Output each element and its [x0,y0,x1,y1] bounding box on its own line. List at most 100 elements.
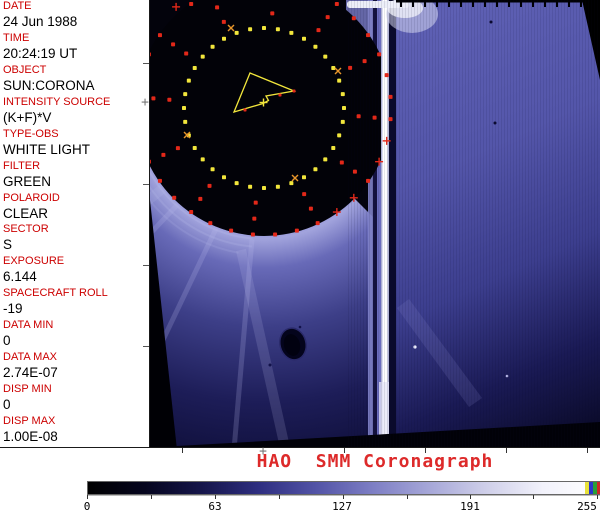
field-value: 1.00E-08 [3,428,148,445]
colorbar-tick [533,495,534,499]
colorbar-tick-label: 0 [84,500,91,513]
red-spoke-dot [215,5,219,9]
red-spoke-dot [161,153,165,157]
metadata-sidebar: DATE24 Jun 1988TIME20:24:19 UTOBJECTSUN:… [0,0,148,447]
field-label: SECTOR [3,223,148,236]
red-spoke-dot [340,160,344,164]
red-ring-dot [172,196,176,200]
field-value: GREEN [3,173,148,190]
red-ring-dot [352,16,356,20]
metadata-field: SPACECRAFT ROLL-19 [0,287,148,319]
metadata-field: POLAROIDCLEAR [0,192,148,224]
red-spoke-dot [167,98,171,102]
red-ring-dot [389,95,393,99]
red-ring-dot [273,233,277,237]
yellow-ring-dot [323,157,327,161]
frame-tick [143,265,149,266]
frame-tick [143,346,149,347]
colorbar-tick [279,495,280,499]
metadata-field: EXPOSURE6.144 [0,255,148,287]
yellow-ring-dot [193,66,197,70]
field-label: DATA MIN [3,319,148,332]
red-ring-dot [377,52,381,56]
field-label: SPACECRAFT ROLL [3,287,148,300]
yellow-ring-dot [235,31,239,35]
red-spoke-dot [184,52,188,56]
field-value: 0 [3,396,148,413]
colorbar-tick-label: 255 [577,500,597,513]
yellow-ring-dot [248,27,252,31]
coronagraph-image [150,0,600,447]
colorbar-tick [470,495,471,499]
yellow-ring-dot [302,37,306,41]
yellow-ring-dot [337,79,341,83]
frame-tick [143,184,149,185]
colorbar-tick [87,495,88,499]
field-label: INTENSITY SOURCE [3,96,148,109]
colorbar-tick-label: 127 [332,500,352,513]
field-label: TIME [3,32,148,45]
yellow-ring-dot [337,133,341,137]
red-spoke-dot [270,11,274,15]
red-ring-dot [366,179,370,183]
colorbar-tick-label: 63 [208,500,221,513]
red-ring-dot [158,179,162,183]
yellow-ring-dot [183,120,187,124]
yellow-ring-dot [248,185,252,189]
yellow-ring-dot [276,27,280,31]
red-spoke-dot [373,116,377,120]
image-frame-bottom-border [0,447,600,448]
coronagraph-photo [150,0,600,447]
polygon-vertex-dot [244,109,247,112]
red-spoke-dot [176,146,180,150]
red-spoke-dot [208,184,212,188]
field-label: DATA MAX [3,351,148,364]
red-ring-dot [208,221,212,225]
yellow-ring-dot [276,185,280,189]
metadata-field: DISP MIN0 [0,383,148,415]
yellow-ring-dot [262,186,266,190]
yellow-ring-dot [313,45,317,49]
saturation-stripe [597,482,600,494]
metadata-field: SECTORS [0,223,148,255]
field-value: -19 [3,300,148,317]
red-ring-dot [189,210,193,214]
polygon-vertex-dot [293,90,296,93]
yellow-ring-dot [331,66,335,70]
colorbar-tick [407,495,408,499]
field-value: 24 Jun 1988 [3,13,148,30]
striation-texture [346,0,600,447]
red-spoke-dot [198,197,202,201]
red-ring-dot [229,229,233,233]
field-label: DISP MAX [3,415,148,428]
image-title: HAO SMM Coronagraph [150,451,600,472]
field-label: DISP MIN [3,383,148,396]
field-label: DATE [3,0,148,13]
metadata-field: TIME20:24:19 UT [0,32,148,64]
colorbar-tick [343,495,344,499]
metadata-field: DISP MAX1.00E-08 [0,415,148,447]
field-label: TYPE-OBS [3,128,148,141]
yellow-ring-dot [323,55,327,59]
yellow-ring-dot [313,167,317,171]
red-spoke-dot [302,192,306,196]
red-spoke-dot [222,20,226,24]
yellow-ring-dot [211,167,215,171]
polygon-vertex-dot [279,94,282,97]
red-spoke-dot [357,114,361,118]
red-ring-dot [385,73,389,77]
red-ring-dot [189,2,193,6]
field-label: POLAROID [3,192,148,205]
yellow-ring-dot [289,181,293,185]
smm-coronagraph-viewer: { "window": {"width": 600, "height": 512… [0,0,600,512]
frame-tick [143,63,149,64]
red-spoke-dot [151,96,155,100]
yellow-ring-dot [201,55,205,59]
red-spoke-dot [309,207,313,211]
yellow-ring-dot [182,106,186,110]
field-value: S [3,236,148,253]
yellow-ring-dot [341,92,345,96]
colorbar [87,481,600,495]
frame-plus-mark: + [140,98,150,107]
field-value: SUN:CORONA [3,77,148,94]
